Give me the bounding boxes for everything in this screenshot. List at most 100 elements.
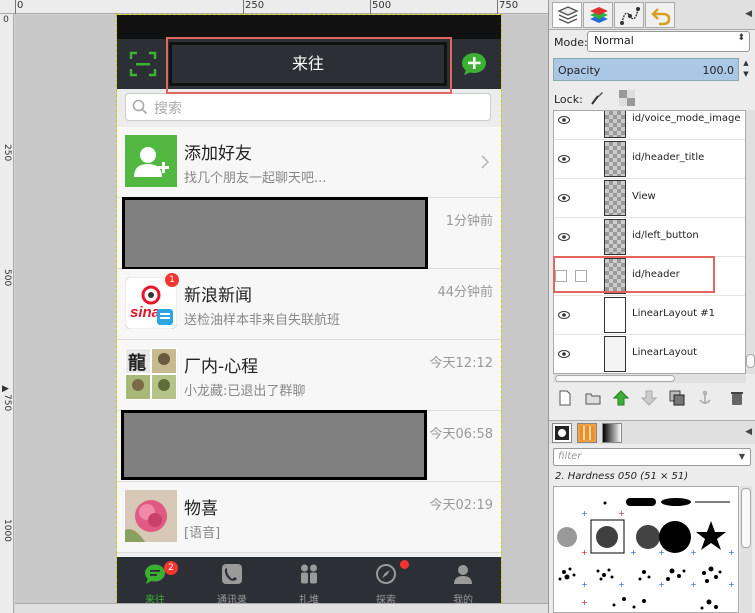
layer-name: id/left_button: [632, 230, 699, 241]
tab-contacts[interactable]: 通讯录: [194, 557, 270, 608]
highlight-box: [553, 256, 715, 293]
list-item-title: 厂内-心程: [184, 357, 259, 377]
tab-brushes[interactable]: [552, 423, 572, 443]
horizontal-ruler: 0 250 500 750: [0, 0, 548, 14]
lock-alpha-icon[interactable]: [619, 90, 635, 106]
svg-text:+: +: [581, 509, 588, 518]
scrollbar-thumb[interactable]: [746, 354, 755, 368]
highlight-box: [166, 37, 452, 94]
svg-text:+: +: [658, 548, 665, 557]
tab-paths[interactable]: [614, 2, 644, 28]
bottom-tab-bar: 2 来往 通讯录 扎堆 探索 我的: [117, 557, 501, 608]
filter-dropdown-icon[interactable]: ▼: [739, 452, 745, 461]
ruler-label: 1000: [2, 519, 12, 542]
anchor-layer-icon[interactable]: [697, 390, 713, 406]
layer-row[interactable]: id/header_title: [554, 140, 745, 179]
tab-channels[interactable]: [583, 2, 613, 28]
lower-layer-icon[interactable]: [641, 390, 657, 406]
eye-icon[interactable]: [558, 232, 570, 242]
list-item[interactable]: 物喜 [语音] 今天02:19: [117, 482, 501, 553]
ruler-tick: [497, 0, 498, 14]
scrollbar-thumb[interactable]: [555, 375, 675, 382]
search-icon: [132, 99, 148, 115]
delete-layer-icon[interactable]: [729, 390, 745, 406]
ruler-tick: [370, 0, 371, 14]
layers-scrollbar[interactable]: [746, 110, 755, 374]
layer-row[interactable]: View: [554, 179, 745, 218]
eye-icon[interactable]: [558, 115, 570, 125]
tab-undo-history[interactable]: [645, 2, 675, 28]
undo-icon: [651, 8, 671, 26]
list-item-subtitle: 找几个朋友一起聊天吧...: [184, 171, 327, 186]
ruler-label: 0: [3, 15, 9, 25]
tab-laiwang[interactable]: 2 来往: [117, 557, 193, 608]
eye-icon[interactable]: [558, 154, 570, 164]
svg-text:+: +: [618, 509, 625, 518]
list-item-time: 今天12:12: [429, 356, 493, 371]
scan-icon[interactable]: [129, 51, 157, 77]
ruler-label: 500: [372, 0, 392, 11]
svg-text:sina: sina: [130, 304, 160, 321]
brush-grid[interactable]: + + + + + + + + + + + + +: [553, 486, 739, 613]
vertical-ruler: 0 250 500 ▶ 750 1000: [0, 14, 14, 613]
list-item-time: 44分钟前: [437, 285, 493, 300]
tab-patterns[interactable]: [577, 423, 597, 443]
layer-name: LinearLayout: [632, 347, 698, 358]
list-item-subtitle: 送检油样本非来自失联航班: [184, 313, 341, 328]
eye-icon[interactable]: [558, 349, 570, 359]
svg-text:+: +: [728, 548, 735, 557]
layer-thumbnail: [604, 297, 626, 333]
scrollbar-thumb[interactable]: [741, 488, 751, 548]
brush-filter-input[interactable]: filter: [553, 448, 751, 466]
chat-bubble-icon: [145, 564, 165, 584]
mode-select[interactable]: Normal ⬍: [587, 31, 750, 52]
duplicate-layer-icon[interactable]: [669, 390, 685, 406]
layer-row[interactable]: LinearLayout #1: [554, 296, 745, 335]
new-chat-icon[interactable]: [461, 52, 487, 76]
layer-row[interactable]: LinearLayout: [554, 335, 745, 373]
layer-row[interactable]: id/voice_mode_image: [554, 111, 745, 140]
person-icon: [454, 565, 472, 584]
search-input[interactable]: 搜索: [125, 93, 491, 121]
new-layer-icon[interactable]: [557, 390, 573, 406]
layers-dock: ◀ Mode: Normal ⬍ Opacity 100.0 ▲ ▼ Lock: …: [548, 0, 755, 613]
list-item-subtitle: 小龙藏:已退出了群聊: [184, 384, 306, 399]
panel-menu-icon[interactable]: ◀: [745, 427, 752, 437]
tab-explore[interactable]: 探索: [348, 557, 424, 608]
tab-me[interactable]: 我的: [425, 557, 501, 608]
ruler-tick: [243, 0, 244, 14]
panel-menu-icon[interactable]: ◀: [745, 9, 752, 19]
list-item[interactable]: 龍 厂内-心程 小龙藏:已退出了群聊 今天12:12: [117, 340, 501, 411]
svg-text:+: +: [728, 580, 735, 589]
layer-name: id/voice_mode_image: [632, 113, 741, 124]
layer-thumbnail: [604, 336, 626, 372]
mode-label: Mode:: [554, 36, 588, 49]
phone-screen[interactable]: 来往 搜索 添加好友 找几个朋友一起聊天吧... 1分钟前 sina 1 新浪新…: [116, 14, 502, 609]
eye-icon[interactable]: [558, 310, 570, 320]
add-friend-icon: [125, 135, 177, 187]
svg-text:+: +: [581, 548, 588, 557]
tab-gradients[interactable]: [602, 423, 622, 443]
layers-hscrollbar[interactable]: [553, 374, 746, 383]
brush-scrollbar[interactable]: [740, 486, 752, 613]
raise-layer-icon[interactable]: [613, 390, 629, 406]
redacted-block: [121, 410, 427, 480]
eye-icon[interactable]: [558, 193, 570, 203]
list-item-title: 新浪新闻: [184, 286, 252, 306]
pattern-icon: [580, 426, 594, 440]
opacity-spinner[interactable]: ▲ ▼: [740, 58, 752, 81]
ruler-label: 250: [2, 144, 12, 162]
list-item[interactable]: sina 1 新浪新闻 送检油样本非来自失联航班 44分钟前: [117, 269, 501, 340]
mode-value: Normal: [594, 34, 634, 47]
layer-row[interactable]: id/left_button: [554, 218, 745, 257]
phone-icon: [222, 564, 242, 584]
new-group-icon[interactable]: [585, 390, 601, 406]
status-bar: [117, 15, 501, 39]
list-item[interactable]: 添加好友 找几个朋友一起聊天吧...: [117, 127, 501, 198]
lock-pixels-icon[interactable]: [589, 90, 605, 106]
opacity-slider[interactable]: Opacity 100.0: [553, 58, 739, 81]
list-item-title: 物喜: [184, 499, 218, 519]
canvas-status-strip: [15, 603, 548, 613]
tab-layers[interactable]: [552, 2, 582, 28]
tab-zhadui[interactable]: 扎堆: [271, 557, 347, 608]
